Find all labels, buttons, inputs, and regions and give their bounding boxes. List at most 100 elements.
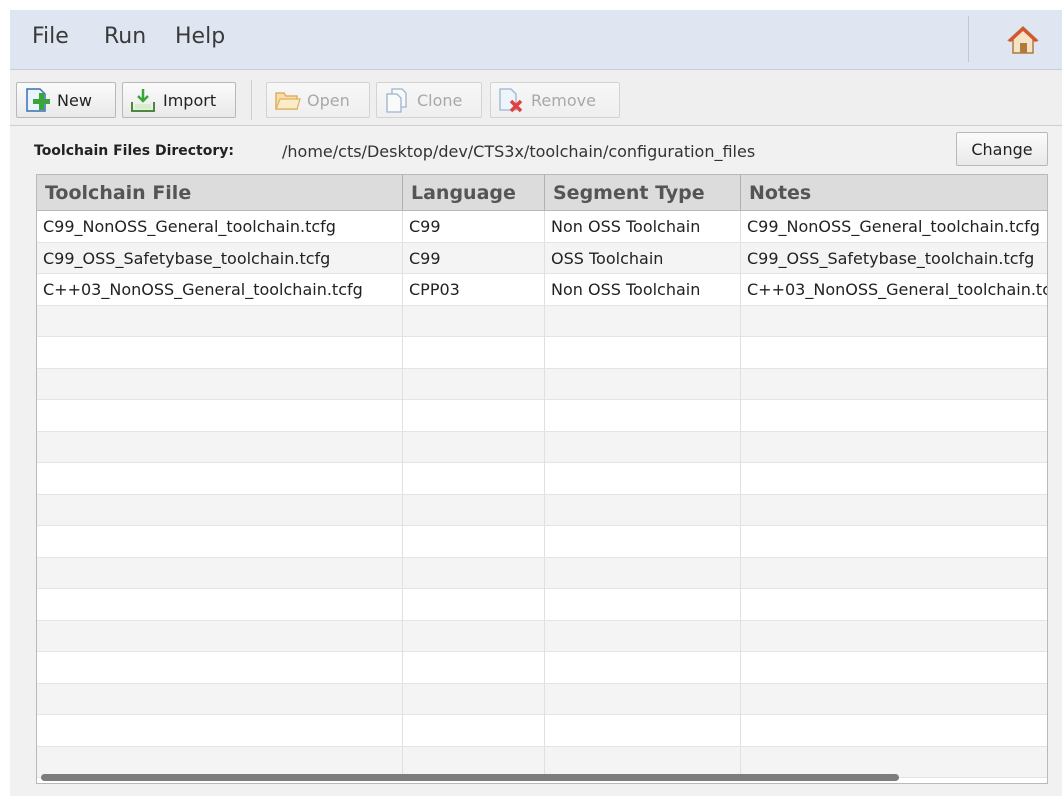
menu-help[interactable]: Help	[175, 24, 225, 49]
cell-language	[403, 526, 545, 557]
remove-label: Remove	[531, 90, 596, 110]
empty-table-row[interactable]	[37, 715, 1047, 747]
cell-notes	[741, 652, 1047, 683]
cell-notes	[741, 558, 1047, 589]
cell-segment-type: Non OSS Toolchain	[545, 274, 741, 305]
new-button[interactable]: New	[16, 82, 116, 118]
cell-toolchain-file	[37, 368, 403, 400]
clone-button[interactable]: Clone	[376, 82, 482, 118]
column-header-language[interactable]: Language	[403, 175, 545, 211]
cell-toolchain-file	[37, 526, 403, 557]
menu-run[interactable]: Run	[104, 24, 146, 49]
empty-table-row[interactable]	[37, 337, 1047, 369]
cell-toolchain-file	[37, 620, 403, 652]
column-header-segment-type[interactable]: Segment Type	[545, 175, 741, 211]
import-icon	[131, 89, 155, 112]
cell-segment-type	[545, 589, 741, 620]
table-row[interactable]: C++03_NonOSS_General_toolchain.tcfg CPP03…	[37, 274, 1047, 306]
cell-language	[403, 683, 545, 715]
table-row[interactable]: C99_OSS_Safetybase_toolchain.tcfg C99 OSS …	[37, 242, 1047, 274]
cell-toolchain-file	[37, 305, 403, 337]
cell-notes: C99_NonOSS_General_toolchain.tcfg	[741, 211, 1047, 242]
cell-language: CPP03	[403, 274, 545, 305]
cell-toolchain-file	[37, 683, 403, 715]
cell-toolchain-file: C++03_NonOSS_General_toolchain.tcfg	[37, 274, 403, 305]
open-button[interactable]: Open	[266, 82, 370, 118]
empty-table-row[interactable]	[37, 463, 1047, 495]
toolbar-separator	[251, 80, 252, 120]
change-directory-button[interactable]: Change	[956, 132, 1048, 166]
cell-notes	[741, 747, 1047, 778]
cell-notes	[741, 432, 1047, 463]
cell-toolchain-file	[37, 494, 403, 526]
cell-segment-type	[545, 683, 741, 715]
cell-language	[403, 589, 545, 620]
table-header: Toolchain File Language Segment Type Not…	[37, 175, 1047, 211]
cell-language	[403, 557, 545, 589]
cell-toolchain-file	[37, 715, 403, 746]
cell-toolchain-file	[37, 652, 403, 683]
horizontal-scrollbar[interactable]	[41, 774, 899, 781]
empty-table-row[interactable]	[37, 526, 1047, 558]
empty-table-row[interactable]	[37, 431, 1047, 463]
cell-toolchain-file	[37, 557, 403, 589]
cell-notes	[741, 715, 1047, 746]
cell-language	[403, 494, 545, 526]
cell-toolchain-file: C99_OSS_Safetybase_toolchain.tcfg	[37, 242, 403, 274]
new-label: New	[57, 90, 92, 110]
menu-file[interactable]: File	[32, 24, 69, 49]
cell-toolchain-file	[37, 400, 403, 431]
empty-table-row[interactable]	[37, 368, 1047, 400]
table-row[interactable]: C99_NonOSS_General_toolchain.tcfg C99 Non …	[37, 211, 1047, 243]
toolbar: New Import Open Clone Remove	[10, 70, 1062, 126]
directory-label: Toolchain Files Directory:	[34, 143, 234, 159]
column-header-toolchain-file[interactable]: Toolchain File	[37, 175, 403, 211]
cell-segment-type	[545, 431, 741, 463]
cell-notes	[741, 463, 1047, 494]
cell-segment-type	[545, 368, 741, 400]
cell-toolchain-file	[37, 589, 403, 620]
cell-language: C99	[403, 211, 545, 242]
home-icon	[1007, 25, 1039, 54]
column-header-notes[interactable]: Notes	[741, 175, 1047, 211]
remove-button[interactable]: Remove	[490, 82, 620, 118]
new-file-icon	[26, 88, 50, 112]
empty-table-row[interactable]	[37, 557, 1047, 589]
empty-table-row[interactable]	[37, 652, 1047, 684]
cell-segment-type	[545, 494, 741, 526]
empty-table-row[interactable]	[37, 683, 1047, 715]
cell-segment-type	[545, 526, 741, 557]
clone-icon	[386, 88, 407, 113]
empty-table-row[interactable]	[37, 620, 1047, 652]
cell-segment-type	[545, 652, 741, 683]
open-folder-icon	[275, 92, 301, 110]
cell-language: C99	[403, 242, 545, 274]
empty-table-row[interactable]	[37, 400, 1047, 432]
empty-table-row[interactable]	[37, 305, 1047, 337]
app-window: File Run Help New Import Open Clone Remo…	[10, 10, 1062, 796]
cell-toolchain-file	[37, 431, 403, 463]
empty-table-row[interactable]	[37, 589, 1047, 621]
import-button[interactable]: Import	[122, 82, 236, 118]
cell-notes	[741, 589, 1047, 620]
cell-segment-type	[545, 715, 741, 746]
cell-notes	[741, 495, 1047, 526]
cell-notes	[741, 369, 1047, 400]
cell-segment-type: OSS Toolchain	[545, 242, 741, 274]
cell-language	[403, 652, 545, 683]
cell-notes	[741, 684, 1047, 715]
import-label: Import	[163, 90, 217, 110]
empty-table-row[interactable]	[37, 494, 1047, 526]
cell-toolchain-file	[37, 463, 403, 494]
toolchain-table: Toolchain File Language Segment Type Not…	[36, 174, 1048, 784]
cell-notes	[741, 306, 1047, 337]
home-button[interactable]	[1006, 24, 1040, 56]
cell-segment-type	[545, 305, 741, 337]
menu-divider	[968, 16, 969, 62]
cell-notes	[741, 621, 1047, 652]
cell-segment-type: Non OSS Toolchain	[545, 211, 741, 242]
cell-segment-type	[545, 620, 741, 652]
clone-label: Clone	[417, 90, 463, 110]
cell-language	[403, 746, 545, 778]
cell-language	[403, 400, 545, 431]
